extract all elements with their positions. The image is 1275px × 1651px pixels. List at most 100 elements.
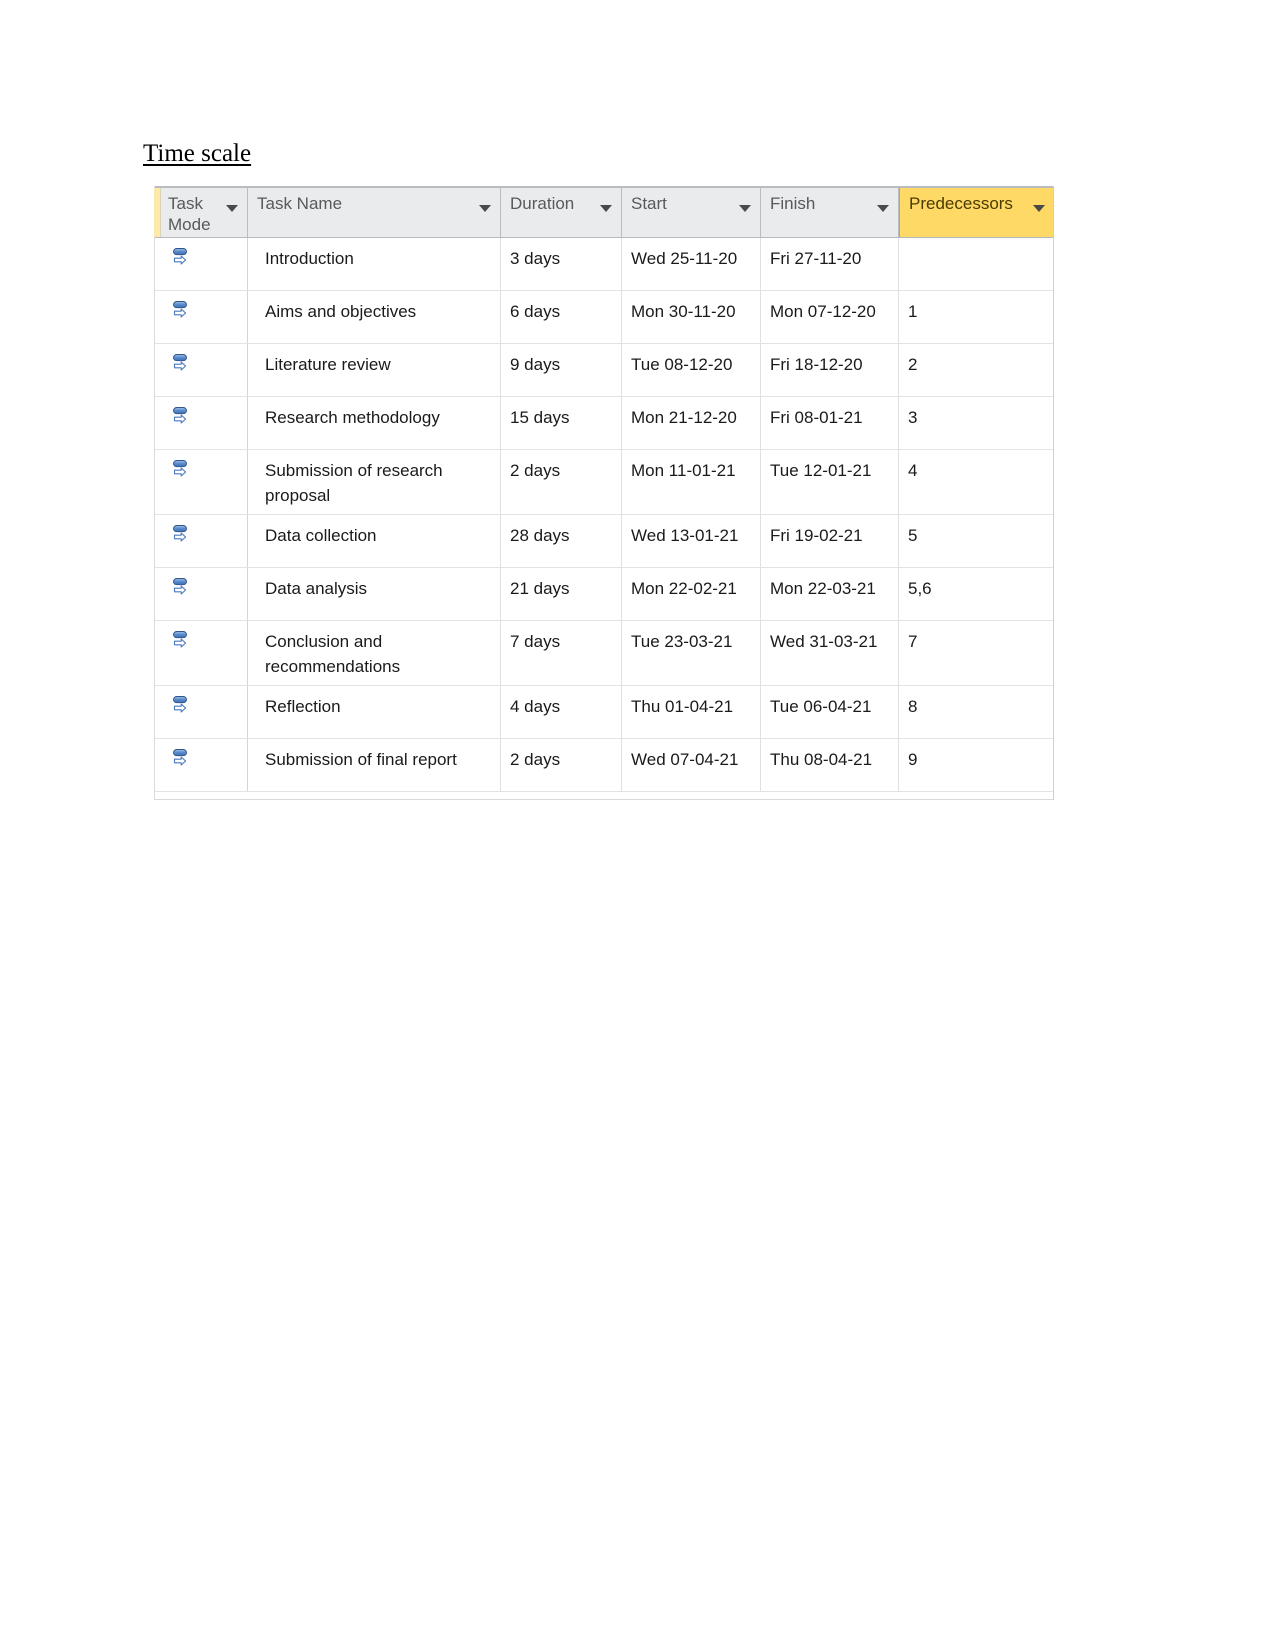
chevron-down-icon[interactable]	[739, 205, 751, 212]
auto-scheduled-icon	[162, 247, 247, 269]
cell-task-mode[interactable]	[154, 568, 248, 620]
cell-duration[interactable]: 3 days	[501, 238, 622, 290]
column-header-start-label: Start	[631, 194, 667, 213]
column-header-predecessors-label: Predecessors	[909, 194, 1013, 213]
table-row[interactable]: Conclusion and recommendations 7 days Tue …	[154, 621, 1054, 686]
cell-predecessors[interactable]: 5,6	[899, 568, 1054, 620]
table-row[interactable]: Introduction 3 days Wed 25-11-20 Fri 27-11-…	[154, 238, 1054, 291]
cell-duration[interactable]: 4 days	[501, 686, 622, 738]
cell-finish[interactable]: Fri 18-12-20	[761, 344, 899, 396]
cell-task-mode[interactable]	[154, 515, 248, 567]
cell-finish[interactable]: Tue 12-01-21	[761, 450, 899, 514]
cell-task-mode[interactable]	[154, 621, 248, 685]
chevron-down-icon[interactable]	[877, 205, 889, 212]
chevron-down-icon[interactable]	[479, 205, 491, 212]
cell-duration[interactable]: 21 days	[501, 568, 622, 620]
chevron-down-icon[interactable]	[1033, 205, 1045, 212]
cell-start[interactable]: Mon 30-11-20	[622, 291, 761, 343]
column-header-duration[interactable]: Duration	[501, 188, 622, 237]
cell-task-name[interactable]: Submission of final report	[248, 739, 501, 791]
column-header-task-mode[interactable]: Task Mode	[154, 188, 248, 237]
cell-task-mode[interactable]	[154, 238, 248, 290]
table-row[interactable]: Research methodology 15 days Mon 21-12-20 F…	[154, 397, 1054, 450]
cell-start[interactable]: Mon 22-02-21	[622, 568, 761, 620]
cell-duration[interactable]: 15 days	[501, 397, 622, 449]
cell-finish[interactable]: Mon 22-03-21	[761, 568, 899, 620]
auto-scheduled-icon	[162, 524, 247, 546]
cell-task-name[interactable]: Submission of research proposal	[248, 450, 501, 514]
cell-predecessors[interactable]: 4	[899, 450, 1054, 514]
cell-task-name[interactable]: Conclusion and recommendations	[248, 621, 501, 685]
cell-start[interactable]: Thu 01-04-21	[622, 686, 761, 738]
cell-task-name[interactable]: Research methodology	[248, 397, 501, 449]
column-header-task-mode-label: Task Mode	[168, 194, 211, 234]
table-row[interactable]: Reflection 4 days Thu 01-04-21 Tue 06-04-21…	[154, 686, 1054, 739]
cell-task-mode[interactable]	[154, 686, 248, 738]
cell-duration[interactable]: 2 days	[501, 450, 622, 514]
cell-duration[interactable]: 9 days	[501, 344, 622, 396]
cell-start[interactable]: Tue 08-12-20	[622, 344, 761, 396]
cell-task-name[interactable]: Data collection	[248, 515, 501, 567]
table-row[interactable]: Literature review 9 days Tue 08-12-20 Fri 1…	[154, 344, 1054, 397]
column-header-finish[interactable]: Finish	[761, 188, 899, 237]
cell-predecessors[interactable]: 5	[899, 515, 1054, 567]
column-header-start[interactable]: Start	[622, 188, 761, 237]
cell-duration[interactable]: 28 days	[501, 515, 622, 567]
cell-start[interactable]: Mon 21-12-20	[622, 397, 761, 449]
row-selector-marker	[154, 188, 161, 237]
cell-predecessors[interactable]: 9	[899, 739, 1054, 791]
table-row[interactable]: Data collection 28 days Wed 13-01-21 Fri 19…	[154, 515, 1054, 568]
chevron-down-icon[interactable]	[226, 205, 238, 212]
cell-task-name[interactable]: Reflection	[248, 686, 501, 738]
cell-duration[interactable]: 6 days	[501, 291, 622, 343]
cell-task-mode[interactable]	[154, 397, 248, 449]
table-row[interactable]: Data analysis 21 days Mon 22-02-21 Mon 22-0…	[154, 568, 1054, 621]
cell-duration[interactable]: 2 days	[501, 739, 622, 791]
column-header-task-name-label: Task Name	[257, 194, 343, 213]
cell-finish[interactable]: Fri 19-02-21	[761, 515, 899, 567]
cell-duration[interactable]: 7 days	[501, 621, 622, 685]
auto-scheduled-icon	[162, 459, 247, 481]
cell-finish[interactable]: Fri 27-11-20	[761, 238, 899, 290]
cell-predecessors[interactable]: 2	[899, 344, 1054, 396]
table-row[interactable]: Submission of final report 2 days Wed 07-0…	[154, 739, 1054, 792]
table-row[interactable]: Submission of research proposal 2 days Mon…	[154, 450, 1054, 515]
auto-scheduled-icon	[162, 406, 247, 428]
cell-predecessors[interactable]: 3	[899, 397, 1054, 449]
cell-predecessors[interactable]: 1	[899, 291, 1054, 343]
cell-task-name[interactable]: Introduction	[248, 238, 501, 290]
cell-start[interactable]: Wed 13-01-21	[622, 515, 761, 567]
column-header-task-name[interactable]: Task Name	[248, 188, 501, 237]
cell-finish[interactable]: Tue 06-04-21	[761, 686, 899, 738]
cell-task-mode[interactable]	[154, 739, 248, 791]
cell-predecessors[interactable]: 8	[899, 686, 1054, 738]
cell-task-name[interactable]: Data analysis	[248, 568, 501, 620]
cell-start[interactable]: Tue 23-03-21	[622, 621, 761, 685]
grid-body: Introduction 3 days Wed 25-11-20 Fri 27-11-…	[154, 238, 1054, 792]
auto-scheduled-icon	[162, 353, 247, 375]
cell-finish[interactable]: Mon 07-12-20	[761, 291, 899, 343]
cell-task-name[interactable]: Literature review	[248, 344, 501, 396]
auto-scheduled-icon	[162, 300, 247, 322]
cell-finish[interactable]: Thu 08-04-21	[761, 739, 899, 791]
column-header-finish-label: Finish	[770, 194, 816, 213]
column-header-predecessors[interactable]: Predecessors	[899, 188, 1054, 237]
cell-task-mode[interactable]	[154, 450, 248, 514]
cell-start[interactable]: Wed 07-04-21	[622, 739, 761, 791]
cell-task-name[interactable]: Aims and objectives	[248, 291, 501, 343]
table-row[interactable]: Aims and objectives 6 days Mon 30-11-20 Mon…	[154, 291, 1054, 344]
grid-bottom-edge	[154, 799, 1054, 800]
grid-header-row: Task Mode Task Name Duration Start Finis…	[154, 186, 1054, 238]
cell-start[interactable]: Mon 11-01-21	[622, 450, 761, 514]
cell-predecessors[interactable]	[899, 238, 1054, 290]
page-title: Time scale	[143, 140, 252, 167]
task-grid: Task Mode Task Name Duration Start Finis…	[154, 186, 1054, 800]
cell-task-mode[interactable]	[154, 344, 248, 396]
column-header-duration-label: Duration	[510, 194, 575, 213]
cell-start[interactable]: Wed 25-11-20	[622, 238, 761, 290]
cell-finish[interactable]: Wed 31-03-21	[761, 621, 899, 685]
chevron-down-icon[interactable]	[600, 205, 612, 212]
cell-predecessors[interactable]: 7	[899, 621, 1054, 685]
cell-finish[interactable]: Fri 08-01-21	[761, 397, 899, 449]
cell-task-mode[interactable]	[154, 291, 248, 343]
